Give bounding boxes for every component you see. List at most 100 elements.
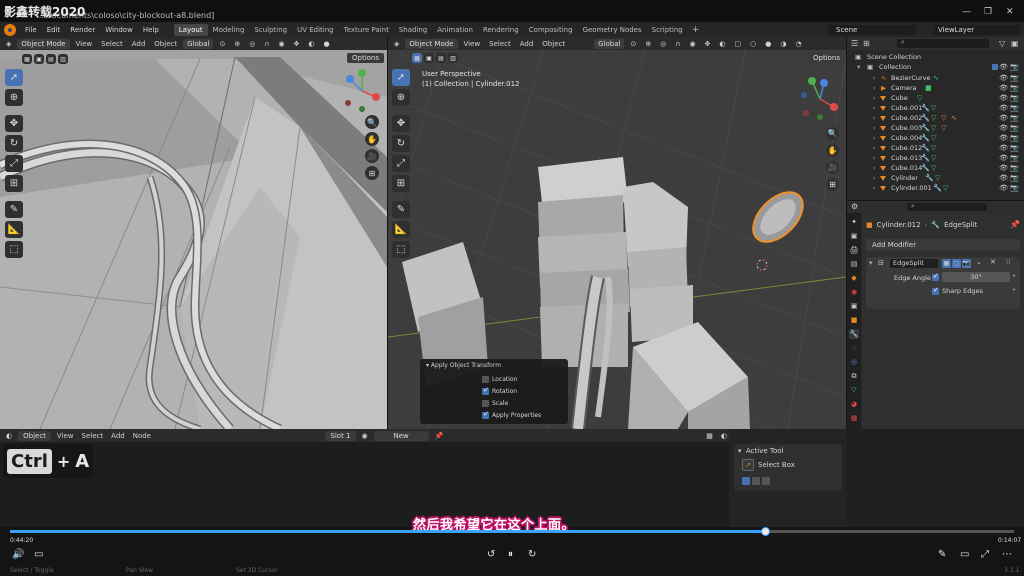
rotation-checkbox[interactable]	[482, 386, 489, 395]
data-tab-icon[interactable]: ▽	[849, 385, 859, 395]
tab-layout[interactable]: Layout	[173, 23, 208, 36]
particles-tab-icon[interactable]: ⁘	[849, 343, 859, 353]
render-icon[interactable]: 📷	[1010, 154, 1019, 162]
add-cube-tool-icon[interactable]: ⬚	[5, 241, 23, 258]
overlay-icon[interactable]: ◐	[305, 39, 317, 49]
render-icon[interactable]: 📷	[1010, 144, 1019, 152]
scene-selector[interactable]: Scene	[828, 25, 916, 35]
right-shading-solid-icon[interactable]: ●	[762, 39, 774, 49]
snap-icon[interactable]: ⊕	[231, 39, 243, 49]
select-mode-subtract-icon[interactable]: ▤	[46, 54, 56, 64]
scale-tool-icon[interactable]: ⤢	[5, 155, 23, 172]
select-box-tool-icon[interactable]: ➚	[5, 69, 23, 86]
tab-geometry-nodes[interactable]: Geometry Nodes	[578, 24, 647, 36]
visibility-icon[interactable]: 👁	[999, 104, 1008, 112]
modifier-tab-icon[interactable]: 🔧	[849, 329, 859, 339]
pin-icon[interactable]: 📌	[1010, 220, 1020, 229]
render-icon[interactable]: 📷	[1010, 114, 1019, 122]
maximize-button[interactable]: ❐	[984, 7, 992, 17]
right-select-box-tool-icon[interactable]: ➚	[392, 69, 410, 86]
select-new-mode-icon[interactable]	[742, 477, 750, 485]
pan-hand-icon[interactable]: ✋	[365, 132, 379, 146]
outliner-item-cube-012[interactable]: › Cube.012 🔧 ▽ 👁 📷	[847, 143, 1024, 153]
expand-arrow-icon[interactable]: ›	[873, 124, 876, 132]
outliner-scene-collection[interactable]: ▣ Scene Collection	[847, 52, 1024, 62]
add-workspace-button[interactable]: +	[688, 25, 704, 35]
pip-icon[interactable]: ▭	[960, 549, 969, 560]
outliner-filter-icon[interactable]: ▽	[999, 39, 1005, 48]
outliner-item-cube-014[interactable]: › Cube.014 🔧 ▽ 👁 📷	[847, 163, 1024, 173]
keyframe-dot-icon[interactable]: •	[1012, 272, 1016, 280]
outliner-item-cylinder-001[interactable]: › Cylinder.001 🔧 ▽ 👁 📷	[847, 183, 1024, 193]
outliner-collection[interactable]: ▾ ▣ Collection 👁 📷	[847, 62, 1024, 72]
shader-menu-select[interactable]: Select	[80, 432, 106, 440]
visibility-icon[interactable]: 👁	[999, 114, 1008, 122]
render-toggle-icon[interactable]: 📷	[962, 259, 971, 268]
select-box-icon[interactable]: ➚	[742, 459, 754, 471]
left-menu-view[interactable]: View	[73, 39, 96, 49]
more-options-icon[interactable]: ⋯	[1002, 549, 1012, 560]
edge-angle-field[interactable]: 30°	[942, 272, 1010, 282]
falloff-icon[interactable]: ∩	[261, 39, 272, 49]
cursor-tool-icon[interactable]: ⊕	[5, 89, 23, 106]
visibility-icon[interactable]: 👁	[999, 84, 1008, 92]
render-icon[interactable]: 📷	[1010, 94, 1019, 102]
left-mode-dropdown[interactable]: Object Mode	[17, 38, 70, 49]
right-shading-material-icon[interactable]: ◑	[777, 39, 789, 49]
right-select-subtract-icon[interactable]: ▤	[436, 53, 446, 63]
select-extend-mode-icon[interactable]	[752, 477, 760, 485]
right-menu-select[interactable]: Select	[486, 39, 514, 49]
shader-editor-type-icon[interactable]: ◐	[4, 432, 14, 440]
right-orientation-dropdown[interactable]: Global	[594, 38, 625, 49]
tab-uv-editing[interactable]: UV Editing	[292, 24, 339, 36]
editor-type-icon[interactable]: ◈	[3, 39, 14, 49]
outliner-item-cube-013[interactable]: › Cube.013 🔧 ▽ 👁 📷	[847, 153, 1024, 163]
view-layer-selector[interactable]: ViewLayer	[934, 25, 1020, 35]
snap-toggle-icon[interactable]: ▦	[704, 432, 715, 440]
outliner-new-collection-icon[interactable]: ▣	[1011, 39, 1019, 48]
right-perspective-grid-icon[interactable]: ⊞	[826, 178, 839, 191]
transform-tool-icon[interactable]: ⊞	[5, 175, 23, 192]
right-select-intersect-icon[interactable]: ▥	[448, 53, 458, 63]
edge-angle-checkbox[interactable]	[932, 272, 939, 281]
modifier-delete-icon[interactable]: ✕	[990, 258, 996, 266]
rotation-checkbox-row[interactable]: Rotation	[482, 386, 517, 395]
modifier-name-field[interactable]: EdgeSplit	[890, 259, 938, 268]
visibility-icon[interactable]: 👁	[999, 164, 1008, 172]
select-subtract-mode-icon[interactable]	[762, 477, 770, 485]
menu-window[interactable]: Window	[100, 26, 138, 34]
minimize-button[interactable]: —	[962, 7, 971, 17]
tab-texture-paint[interactable]: Texture Paint	[339, 24, 394, 36]
outliner-item-cube-001[interactable]: › Cube.001 🔧 ▽ 👁 📷	[847, 103, 1024, 113]
outliner-item-beziercurve[interactable]: › ∿ BezierCurve ∿ 👁 📷	[847, 73, 1024, 83]
right-nav-gizmo-icon[interactable]	[798, 75, 842, 123]
right-options-button[interactable]: Options	[808, 53, 846, 63]
apply-transform-panel[interactable]: ▾ Apply Object Transform Location Rotati…	[420, 359, 568, 424]
right-snap-icon[interactable]: ⊕	[642, 39, 654, 49]
outliner-editor-icon[interactable]: ☰	[851, 39, 858, 48]
visibility-icon[interactable]: 👁	[999, 74, 1008, 82]
location-checkbox-row[interactable]: Location	[482, 376, 517, 383]
texture-tab-icon[interactable]: ▩	[849, 413, 859, 423]
tab-scripting[interactable]: Scripting	[647, 24, 688, 36]
select-mode-icon[interactable]: ▦	[22, 54, 32, 64]
shader-menu-add[interactable]: Add	[109, 432, 127, 440]
material-tab-icon[interactable]: ◕	[849, 399, 859, 409]
shader-menu-view[interactable]: View	[55, 432, 76, 440]
shader-mode-dropdown[interactable]: Object	[18, 430, 51, 441]
right-select-mode-icon[interactable]: ▦	[412, 53, 422, 63]
menu-help[interactable]: Help	[138, 26, 164, 34]
menu-file[interactable]: File	[20, 26, 42, 34]
expand-arrow-icon[interactable]: ›	[873, 94, 876, 102]
active-tool-collapse-icon[interactable]: ▾	[738, 447, 742, 455]
tab-rendering[interactable]: Rendering	[478, 24, 524, 36]
expand-arrow-icon[interactable]: ›	[873, 144, 876, 152]
left-nav-gizmo-icon[interactable]	[342, 67, 382, 115]
outliner-item-cube-002[interactable]: › Cube.002 🔧 ▽ ▽ ∿ 👁 📷	[847, 113, 1024, 123]
menu-edit[interactable]: Edit	[42, 26, 66, 34]
tool-tab-icon[interactable]: ✦	[849, 217, 859, 227]
left-3d-viewport[interactable]: ◈ Object Mode View Select Add Object Glo…	[0, 37, 387, 429]
world-tab-icon[interactable]: ◉	[849, 287, 859, 297]
select-mode-intersect-icon[interactable]: ▥	[58, 54, 68, 64]
shader-editor-area[interactable]: ◐ Object View Select Add Node Slot 1 ◉ N…	[0, 429, 729, 527]
